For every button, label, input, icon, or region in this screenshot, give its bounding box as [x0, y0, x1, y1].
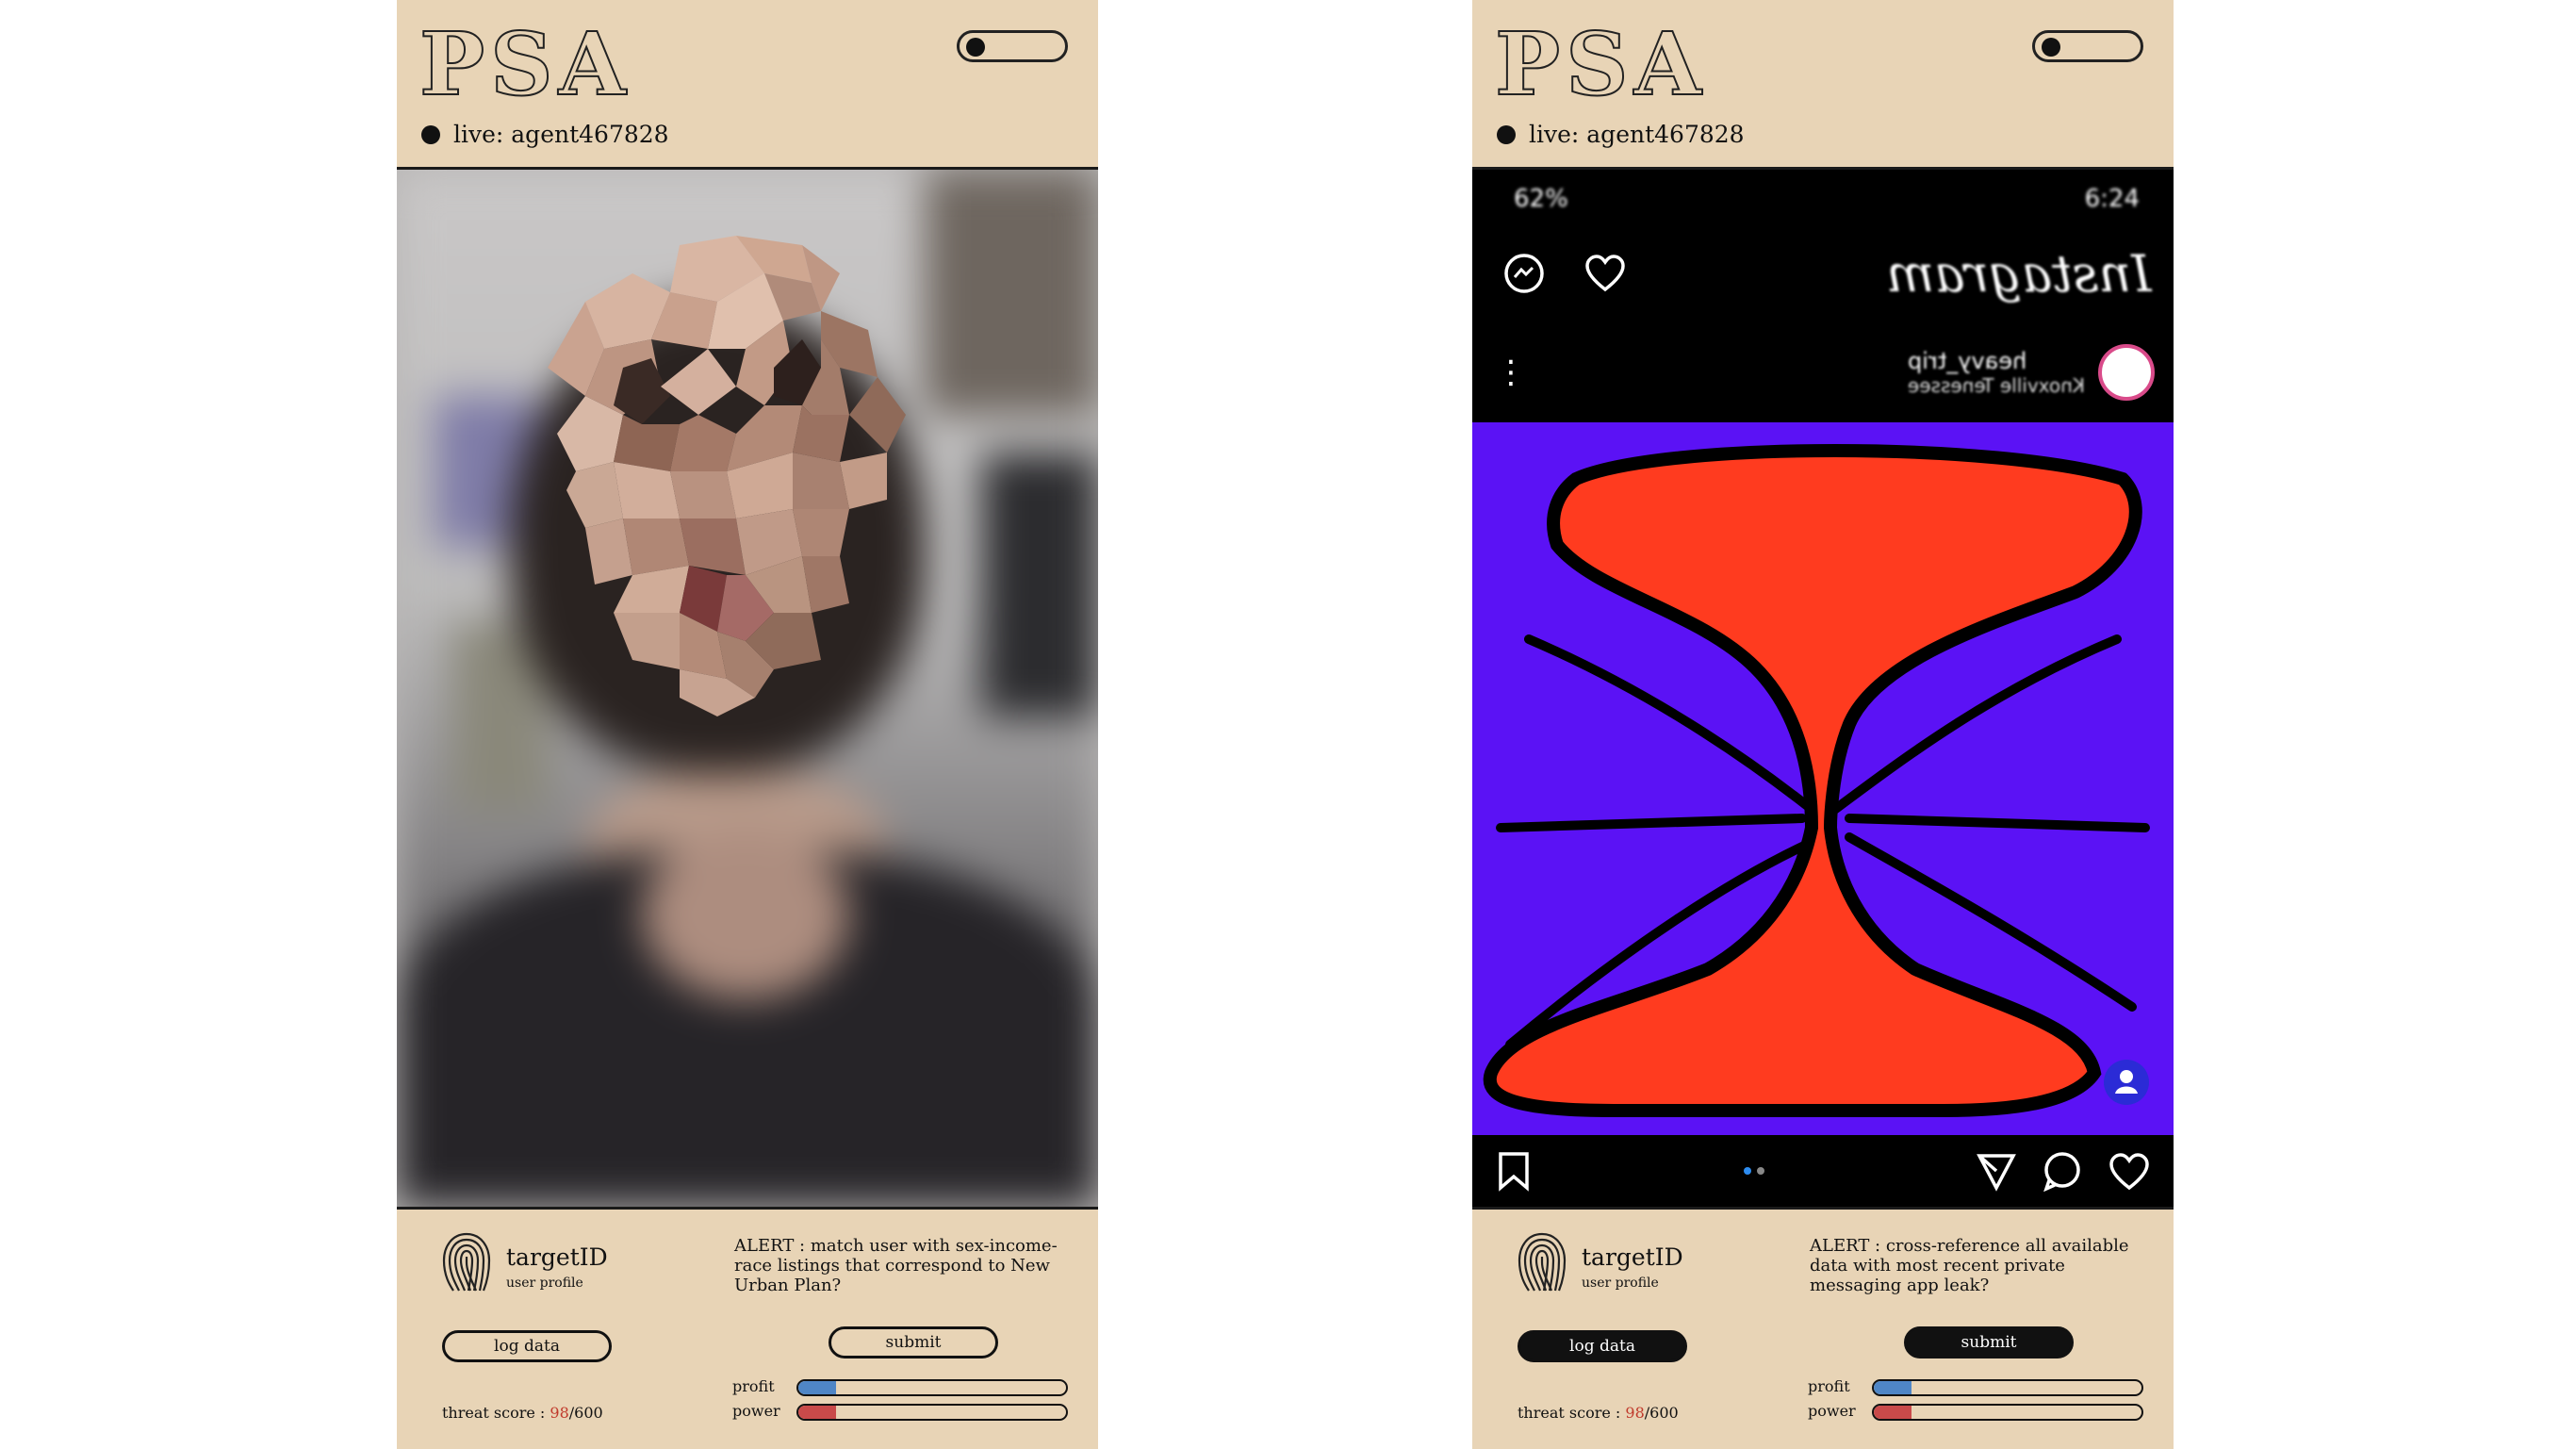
log-data-button[interactable]: log data: [1518, 1330, 1687, 1362]
submit-button[interactable]: submit: [1904, 1326, 2074, 1358]
target-id-subtitle: user profile: [1582, 1276, 1659, 1291]
bookmark-icon[interactable]: [1495, 1150, 1533, 1192]
target-footer: targetID user profile ALERT : cross-refe…: [1472, 1207, 2174, 1449]
live-agent-label: live: agent467828: [453, 121, 669, 148]
heart-icon[interactable]: [2108, 1150, 2151, 1192]
live-agent-label: live: agent467828: [1529, 121, 1745, 148]
status-bar: 62% 6:24: [1514, 185, 2140, 213]
psa-logo: PSA: [418, 13, 632, 115]
instagram-top-bar: Instagram: [1502, 236, 2151, 311]
post-image: [1472, 422, 2174, 1135]
more-options-icon[interactable]: ⋮: [1495, 354, 1527, 391]
profit-meter-fill: [798, 1381, 836, 1394]
live-indicator: live: agent467828: [1497, 121, 1745, 148]
camera-feed: [397, 170, 1098, 1207]
live-indicator: live: agent467828: [421, 121, 669, 148]
mirrored-phone-feed: 62% 6:24 Instagram ⋮ heavy_trip Knoxvill…: [1472, 170, 2174, 1207]
battery-level: 62%: [1514, 185, 1568, 213]
profit-meter-fill: [1874, 1381, 1911, 1394]
alert-message: ALERT : match user with sex-income-race …: [734, 1236, 1058, 1295]
fingerprint-icon: [1518, 1232, 1567, 1292]
profit-label: profit: [732, 1377, 775, 1395]
threat-score-value: 98: [550, 1404, 569, 1422]
profit-label: profit: [1808, 1377, 1850, 1395]
heart-icon[interactable]: [1583, 252, 1627, 295]
threat-score-max: /600: [568, 1404, 603, 1422]
phone-panel-left: PSA live: agent467828 targetID user prof…: [397, 0, 1098, 1449]
send-icon[interactable]: [1976, 1150, 2017, 1192]
live-dot-icon: [1497, 124, 1516, 144]
toggle-knob[interactable]: [2042, 38, 2060, 57]
alert-message: ALERT : cross-reference all available da…: [1810, 1236, 2129, 1295]
threat-score: threat score : 98/600: [442, 1404, 603, 1422]
pixelated-face: [548, 236, 906, 716]
instagram-wordmark: Instagram: [1885, 243, 2152, 304]
target-id-title: targetID: [1582, 1243, 1683, 1271]
fingerprint-icon: [442, 1232, 491, 1292]
comment-icon[interactable]: [2042, 1150, 2083, 1192]
threat-score-max: /600: [1644, 1404, 1679, 1422]
app-header: PSA live: agent467828: [1472, 0, 2174, 170]
power-label: power: [732, 1402, 780, 1420]
threat-score-value: 98: [1625, 1404, 1645, 1422]
profit-meter: [796, 1379, 1068, 1396]
post-actions: [1472, 1135, 2174, 1207]
submit-button[interactable]: submit: [829, 1326, 998, 1358]
post-header: ⋮ heavy_trip Knoxville Tenessee: [1495, 335, 2155, 410]
mode-toggle[interactable]: [957, 30, 1068, 62]
log-data-button[interactable]: log data: [442, 1330, 612, 1362]
clock: 6:24: [2084, 185, 2140, 213]
target-footer: targetID user profile ALERT : match user…: [397, 1207, 1098, 1449]
messenger-icon[interactable]: [1502, 252, 1546, 295]
phone-panel-right: PSA live: agent467828 62% 6:24 Instagram…: [1472, 0, 2174, 1449]
power-meter: [1872, 1404, 2143, 1421]
target-id-subtitle: user profile: [506, 1276, 583, 1291]
power-meter-fill: [1874, 1406, 1911, 1419]
app-header: PSA live: agent467828: [397, 0, 1098, 170]
power-meter-fill: [798, 1406, 836, 1419]
threat-score: threat score : 98/600: [1518, 1404, 1679, 1422]
hourglass-artwork: [1483, 444, 2150, 1117]
target-id-title: targetID: [506, 1243, 608, 1271]
power-meter: [796, 1404, 1068, 1421]
post-username[interactable]: heavy_trip: [1908, 348, 2085, 374]
power-label: power: [1808, 1402, 1856, 1420]
carousel-dots: [1744, 1167, 1764, 1175]
avatar[interactable]: [2098, 344, 2155, 401]
live-dot-icon: [421, 124, 440, 144]
profit-meter: [1872, 1379, 2143, 1396]
psa-logo: PSA: [1494, 13, 1707, 115]
threat-score-label: threat score :: [1518, 1404, 1626, 1422]
mode-toggle[interactable]: [2032, 30, 2143, 62]
toggle-knob[interactable]: [966, 38, 985, 57]
threat-score-label: threat score :: [442, 1404, 550, 1422]
post-location[interactable]: Knoxville Tenessee: [1908, 374, 2085, 397]
